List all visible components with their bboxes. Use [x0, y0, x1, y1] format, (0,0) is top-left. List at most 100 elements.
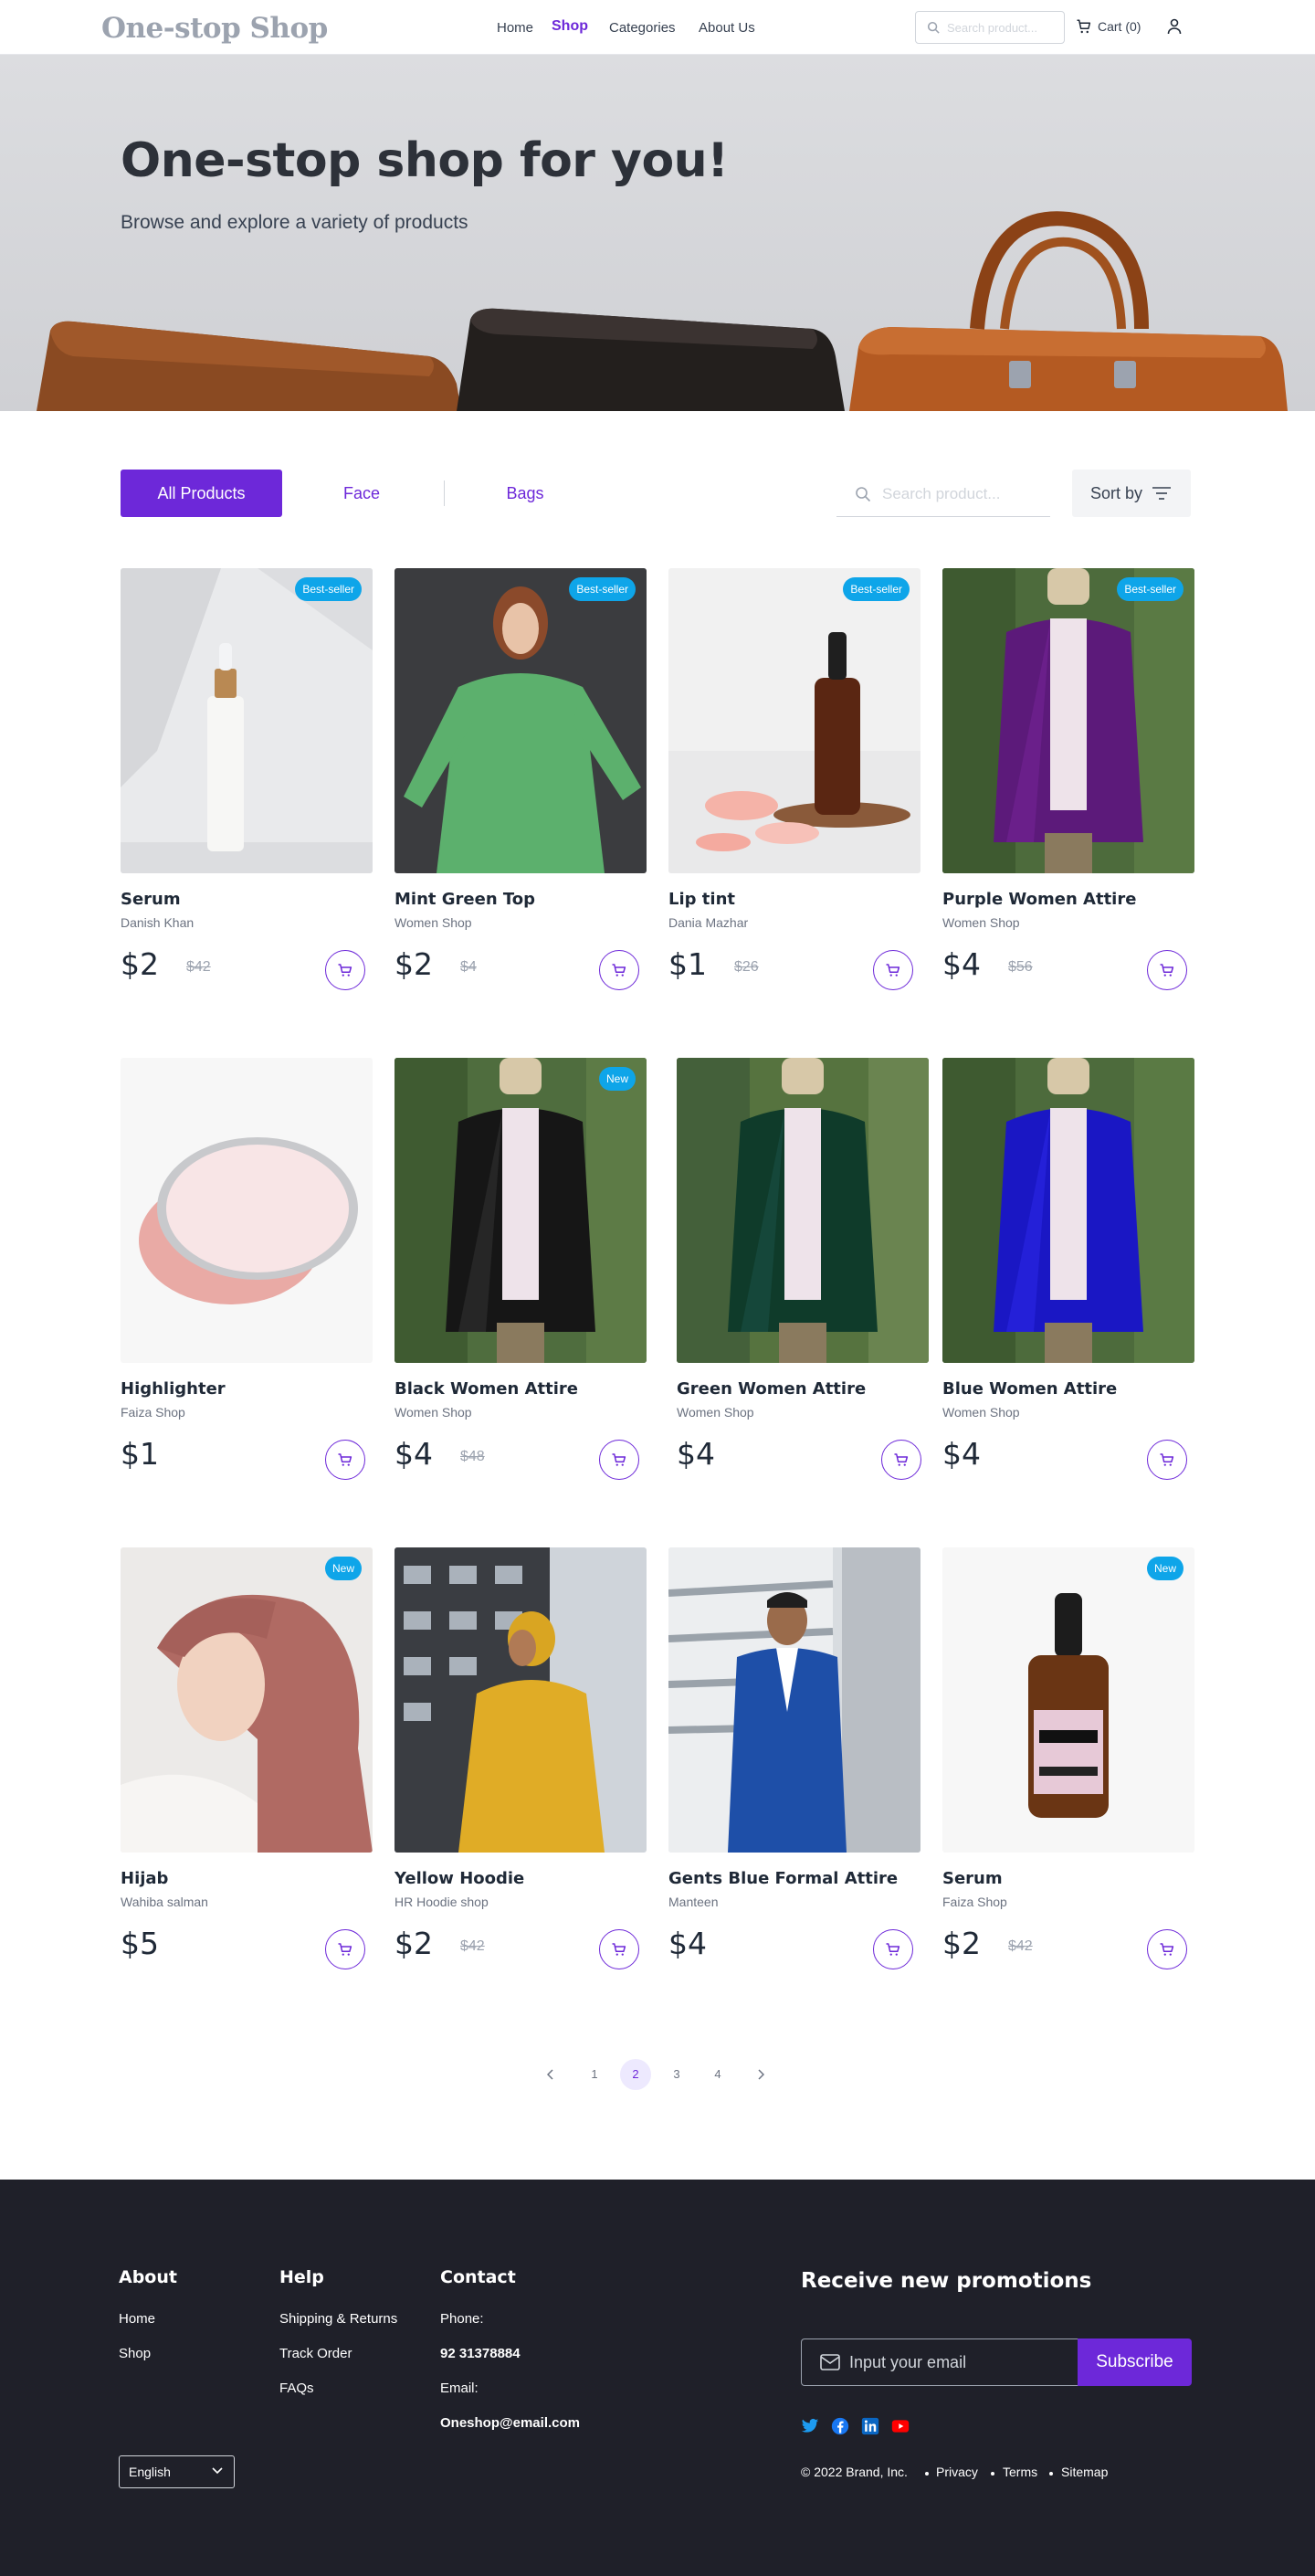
- add-to-cart-button[interactable]: [599, 1440, 639, 1480]
- product-name[interactable]: Hijab: [121, 1869, 168, 1888]
- nav-link-about-us[interactable]: About Us: [699, 20, 755, 36]
- product-card[interactable]: Best-seller Purple Women Attire Women Sh…: [942, 568, 1194, 1025]
- nav-search-input[interactable]: Search product...: [915, 11, 1065, 44]
- product-image[interactable]: [942, 1058, 1194, 1363]
- cart-icon: [338, 964, 352, 977]
- product-image[interactable]: New: [394, 1058, 647, 1363]
- product-image[interactable]: [677, 1058, 929, 1363]
- product-price: $2: [942, 1926, 981, 1961]
- product-name[interactable]: Serum: [121, 890, 181, 909]
- twitter-icon[interactable]: [801, 2417, 819, 2435]
- linkedin-icon[interactable]: [861, 2417, 879, 2435]
- product-seller: Dania Mazhar: [668, 915, 749, 930]
- product-name[interactable]: Blue Women Attire: [942, 1379, 1117, 1399]
- pagination-page-1[interactable]: 1: [579, 2059, 610, 2090]
- add-to-cart-button[interactable]: [325, 950, 365, 990]
- product-image[interactable]: Best-seller: [942, 568, 1194, 873]
- product-name[interactable]: Black Women Attire: [394, 1379, 578, 1399]
- product-image[interactable]: New: [121, 1547, 373, 1853]
- language-selected: English: [129, 2465, 171, 2479]
- pagination-prev-button[interactable]: [535, 2059, 566, 2090]
- add-to-cart-button[interactable]: [325, 1440, 365, 1480]
- cart-link[interactable]: Cart (0): [1076, 18, 1141, 35]
- pagination-next-button[interactable]: [745, 2059, 776, 2090]
- product-old-price: $26: [734, 959, 759, 975]
- product-card[interactable]: Best-seller Serum Danish Khan $2 $42: [121, 568, 373, 1025]
- product-price: $1: [121, 1436, 159, 1472]
- cart-icon: [1160, 1453, 1174, 1466]
- product-name[interactable]: Green Women Attire: [677, 1379, 866, 1399]
- user-icon[interactable]: [1167, 18, 1182, 35]
- product-seller: Faiza Shop: [121, 1405, 185, 1420]
- product-image[interactable]: Best-seller: [394, 568, 647, 873]
- product-card[interactable]: Blue Women Attire Women Shop $4: [942, 1058, 1194, 1515]
- chevron-down-icon: [212, 2467, 223, 2475]
- filter-lines-icon: [1152, 487, 1171, 500]
- nav-link-categories[interactable]: Categories: [609, 20, 676, 36]
- product-image[interactable]: Best-seller: [121, 568, 373, 873]
- site-footer: About Home Shop Help Shipping & Returns …: [0, 2180, 1315, 2576]
- add-to-cart-button[interactable]: [1147, 1440, 1187, 1480]
- product-name[interactable]: Lip tint: [668, 890, 735, 909]
- add-to-cart-button[interactable]: [873, 950, 913, 990]
- tab-face[interactable]: Face: [322, 470, 401, 517]
- product-image[interactable]: Best-seller: [668, 568, 920, 873]
- product-old-price: $4: [460, 959, 477, 975]
- product-card[interactable]: Highlighter Faiza Shop $1: [121, 1058, 373, 1515]
- product-image[interactable]: New: [942, 1547, 1194, 1853]
- tab-all-products[interactable]: All Products: [121, 470, 282, 517]
- product-card[interactable]: Best-seller Lip tint Dania Mazhar $1 $26: [668, 568, 920, 1025]
- product-name[interactable]: Gents Blue Formal Attire: [668, 1869, 898, 1888]
- product-card[interactable]: Gents Blue Formal Attire Manteen $4: [668, 1547, 920, 2004]
- product-name[interactable]: Highlighter: [121, 1379, 226, 1399]
- product-image[interactable]: [394, 1547, 647, 1853]
- footer-link-sitemap[interactable]: Sitemap: [1061, 2465, 1108, 2479]
- cart-icon: [1160, 964, 1174, 977]
- footer-link-shipping-returns[interactable]: Shipping & Returns: [279, 2311, 397, 2327]
- youtube-icon[interactable]: [891, 2417, 910, 2435]
- product-card[interactable]: New Black Women Attire Women Shop $4 $48: [394, 1058, 647, 1515]
- subscribe-button[interactable]: Subscribe: [1078, 2338, 1192, 2386]
- add-to-cart-button[interactable]: [873, 1929, 913, 1969]
- product-card[interactable]: Green Women Attire Women Shop $4: [677, 1058, 929, 1515]
- product-seller: Wahiba salman: [121, 1895, 208, 1909]
- footer-email-value[interactable]: Oneshop@email.com: [440, 2415, 580, 2431]
- footer-link-faqs[interactable]: FAQs: [279, 2381, 314, 2396]
- add-to-cart-button[interactable]: [881, 1440, 921, 1480]
- nav-link-shop[interactable]: Shop: [552, 18, 588, 35]
- product-card[interactable]: New Hijab Wahiba salman $5: [121, 1547, 373, 2004]
- product-name[interactable]: Mint Green Top: [394, 890, 535, 909]
- tab-bags[interactable]: Bags: [486, 470, 564, 517]
- pagination-page-2[interactable]: 2: [620, 2059, 651, 2090]
- sort-by-button[interactable]: Sort by: [1072, 470, 1191, 517]
- product-card[interactable]: Yellow Hoodie HR Hoodie shop $2 $42: [394, 1547, 647, 2004]
- product-name[interactable]: Purple Women Attire: [942, 890, 1136, 909]
- facebook-icon[interactable]: [831, 2417, 849, 2435]
- add-to-cart-button[interactable]: [599, 950, 639, 990]
- email-input[interactable]: Input your email: [801, 2338, 1078, 2386]
- product-name[interactable]: Serum: [942, 1869, 1003, 1888]
- product-seller: Manteen: [668, 1895, 719, 1909]
- add-to-cart-button[interactable]: [1147, 950, 1187, 990]
- add-to-cart-button[interactable]: [599, 1929, 639, 1969]
- product-image[interactable]: [668, 1547, 920, 1853]
- product-card[interactable]: New Serum Faiza Shop $2 $42: [942, 1547, 1194, 2004]
- add-to-cart-button[interactable]: [1147, 1929, 1187, 1969]
- product-card[interactable]: Best-seller Mint Green Top Women Shop $2…: [394, 568, 647, 1025]
- site-logo[interactable]: One-stop Shop: [101, 12, 328, 45]
- product-image[interactable]: [121, 1058, 373, 1363]
- product-price: $2: [121, 946, 159, 982]
- footer-link-home[interactable]: Home: [119, 2311, 155, 2327]
- footer-link-privacy[interactable]: Privacy: [936, 2465, 978, 2479]
- language-select[interactable]: English: [119, 2455, 235, 2488]
- product-search-input[interactable]: Search product...: [836, 470, 1050, 517]
- product-price: $4: [677, 1436, 715, 1472]
- footer-link-shop[interactable]: Shop: [119, 2346, 151, 2361]
- add-to-cart-button[interactable]: [325, 1929, 365, 1969]
- product-name[interactable]: Yellow Hoodie: [394, 1869, 524, 1888]
- pagination-page-3[interactable]: 3: [661, 2059, 692, 2090]
- nav-link-home[interactable]: Home: [497, 20, 533, 36]
- footer-link-track-order[interactable]: Track Order: [279, 2346, 352, 2361]
- footer-link-terms[interactable]: Terms: [1003, 2465, 1037, 2479]
- pagination-page-4[interactable]: 4: [702, 2059, 733, 2090]
